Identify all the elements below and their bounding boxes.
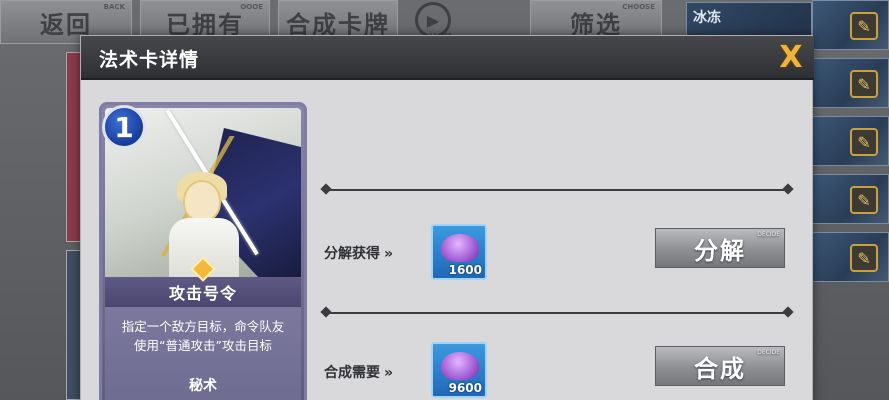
purple-dust-icon	[441, 234, 479, 262]
list-item[interactable]: ✎	[812, 0, 889, 50]
decompose-row-label: 分解获得»	[324, 243, 393, 263]
list-item[interactable]: ✎	[812, 232, 889, 282]
synthesize-button-label: 合成	[694, 354, 746, 383]
synthesize-cost-item[interactable]: 9600	[431, 342, 487, 398]
double-chevron-icon: »	[384, 365, 394, 381]
decompose-label: 分解获得	[324, 246, 380, 262]
list-item[interactable]: ✎	[812, 58, 889, 108]
filter-sub-label: CHOOSE	[622, 3, 655, 11]
spell-card-detail-dialog: 法术卡详情 X 1 攻击号令 指定一个敌方目标，命令队友使用“普通攻击”攻击目标…	[80, 35, 814, 400]
back-sub-label: BACK	[103, 3, 125, 11]
owned-sub-label: OOOE	[240, 3, 263, 11]
decompose-amount: 1600	[448, 263, 482, 277]
synthesize-button-sub: DECIDE	[757, 349, 780, 356]
list-item[interactable]: ✎	[812, 116, 889, 166]
edit-icon[interactable]: ✎	[850, 128, 878, 156]
synthesize-amount: 9600	[448, 381, 482, 395]
card-type: 秘术	[189, 378, 217, 394]
card-name: 攻击号令	[168, 284, 237, 303]
double-chevron-icon: »	[384, 246, 394, 262]
edit-icon[interactable]: ✎	[850, 244, 878, 272]
purple-dust-icon	[441, 352, 479, 380]
synthesize-button[interactable]: 合成 DECIDE	[655, 346, 785, 386]
divider	[326, 189, 788, 191]
list-item[interactable]: ✎	[812, 174, 889, 224]
card-cost-badge: 1	[102, 105, 146, 149]
divider	[326, 312, 788, 314]
decompose-reward-item[interactable]: 1600	[431, 224, 487, 280]
synthesize-row-label: 合成需要»	[324, 362, 393, 382]
close-icon[interactable]: X	[774, 40, 808, 75]
ice-tag-label: 冰冻	[693, 10, 721, 26]
dialog-header: 法术卡详情 X	[81, 36, 814, 80]
card-list-column: ✎ ✎ ✎ ✎ ✎	[812, 0, 889, 400]
dialog-title: 法术卡详情	[99, 49, 200, 71]
edit-icon[interactable]: ✎	[850, 186, 878, 214]
spell-card: 1 攻击号令 指定一个敌方目标，命令队友使用“普通攻击”攻击目标 秘术	[99, 102, 307, 400]
edit-icon[interactable]: ✎	[850, 12, 878, 40]
decompose-button-label: 分解	[694, 236, 746, 265]
edit-icon[interactable]: ✎	[850, 70, 878, 98]
decompose-button[interactable]: 分解 DECIDE	[655, 228, 785, 268]
synthesize-label: 合成需要	[324, 365, 380, 381]
decompose-button-sub: DECIDE	[757, 231, 780, 238]
